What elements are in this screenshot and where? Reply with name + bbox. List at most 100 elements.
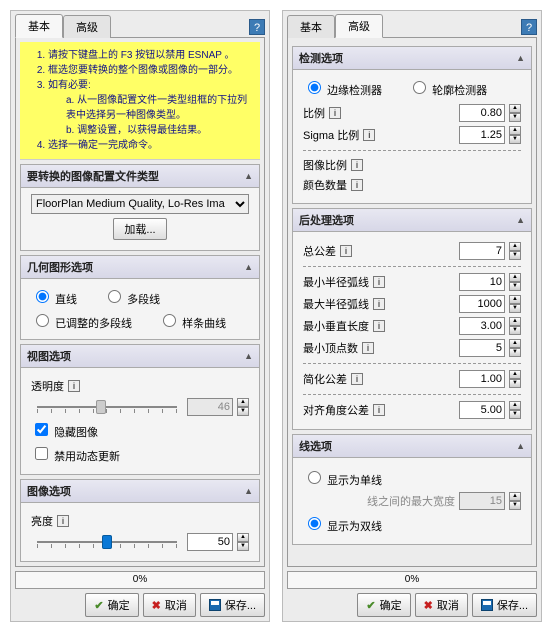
radio-polyline[interactable]: 多段线 — [103, 287, 160, 307]
load-button[interactable]: 加载... — [113, 218, 166, 240]
disk-icon — [209, 599, 221, 611]
simplify-tol-input[interactable] — [459, 370, 505, 388]
transparency-slider[interactable] — [37, 398, 177, 416]
max-arc-input[interactable] — [459, 295, 505, 313]
chk-disable-dynamic[interactable]: 禁用动态更新 — [31, 444, 120, 464]
group-title: 后处理选项 — [299, 212, 354, 228]
progress-bar: 0% — [15, 571, 265, 589]
info-icon[interactable]: i — [329, 107, 341, 119]
tab-basic[interactable]: 基本 — [15, 14, 63, 38]
align-tol-input[interactable] — [459, 401, 505, 419]
info-icon[interactable]: i — [68, 380, 80, 392]
notice-subline: a. 从一图像配置文件一类型组框的下拉列表中选择另一种图像类型。 — [66, 93, 250, 123]
ok-button[interactable]: ✔确定 — [357, 593, 410, 617]
max-width-input — [459, 492, 505, 510]
check-icon: ✔ — [94, 599, 103, 612]
radio-double-line[interactable]: 显示为双线 — [303, 514, 382, 534]
min-vert-len-input[interactable] — [459, 317, 505, 335]
spinner[interactable]: ▲▼ — [509, 370, 521, 388]
group-profile-body: FloorPlan Medium Quality, Lo-Res Ima 加载.… — [20, 188, 260, 251]
radio-edge[interactable]: 边缘检测器 — [303, 78, 382, 98]
chevron-up-icon: ▲ — [244, 171, 253, 181]
info-icon[interactable]: i — [373, 320, 385, 332]
group-line-body: 显示为单线 线之间的最大宽度 ▲▼ 显示为双线 — [292, 458, 532, 545]
group-view-header[interactable]: 视图选项 ▲ — [20, 344, 260, 368]
spinner[interactable]: ▲▼ — [237, 398, 249, 416]
radio-tuned-polyline[interactable]: 已调整的多段线 — [31, 311, 132, 331]
notice-line: 如有必要: a. 从一图像配置文件一类型组框的下拉列表中选择另一种图像类型。 b… — [48, 78, 250, 138]
brightness-label: 亮度 — [31, 513, 53, 529]
spinner[interactable]: ▲▼ — [509, 126, 521, 144]
brightness-value[interactable] — [187, 533, 233, 551]
notice-line: 选择一确定一完成命令。 — [48, 138, 250, 153]
img-ratio-label: 图像比例 — [303, 157, 347, 173]
close-icon: ✖ — [424, 599, 433, 612]
info-icon[interactable]: i — [351, 159, 363, 171]
chevron-up-icon: ▲ — [516, 53, 525, 63]
color-count-label: 颜色数量 — [303, 177, 347, 193]
spinner[interactable]: ▲▼ — [509, 317, 521, 335]
notice-subline: b. 调整设置，以获得最佳结果。 — [66, 123, 250, 138]
check-icon: ✔ — [366, 599, 375, 612]
group-profile-header[interactable]: 要转换的图像配置文件类型 ▲ — [20, 164, 260, 188]
info-icon[interactable]: i — [373, 276, 385, 288]
spinner[interactable]: ▲▼ — [509, 339, 521, 357]
info-icon[interactable]: i — [362, 342, 374, 354]
sigma-label: Sigma 比例 — [303, 127, 359, 143]
cancel-button[interactable]: ✖取消 — [415, 593, 468, 617]
group-geom-body: 直线 多段线 已调整的多段线 样条曲线 — [20, 279, 260, 340]
spinner[interactable]: ▲▼ — [509, 104, 521, 122]
group-title: 几何图形选项 — [27, 259, 93, 275]
help-icon[interactable]: ? — [521, 19, 537, 35]
info-icon[interactable]: i — [373, 298, 385, 310]
min-arc-input[interactable] — [459, 273, 505, 291]
tab-basic[interactable]: 基本 — [287, 15, 335, 38]
progress-bar: 0% — [287, 571, 537, 589]
save-button[interactable]: 保存... — [200, 593, 265, 617]
info-icon[interactable]: i — [363, 129, 375, 141]
tabs-right: 基本 高级 ? — [287, 15, 537, 37]
chk-hide-image[interactable]: 隐藏图像 — [31, 420, 98, 440]
ratio-label: 比例 — [303, 105, 325, 121]
min-vertices-input[interactable] — [459, 339, 505, 357]
profile-select[interactable]: FloorPlan Medium Quality, Lo-Res Ima — [31, 194, 249, 214]
group-post-header[interactable]: 后处理选项 ▲ — [292, 208, 532, 232]
info-icon[interactable]: i — [351, 373, 363, 385]
simplify-tol-label: 简化公差 — [303, 371, 347, 387]
radio-spline[interactable]: 样条曲线 — [158, 311, 226, 331]
radio-single-line[interactable]: 显示为单线 — [303, 468, 382, 488]
tab-advanced[interactable]: 高级 — [335, 14, 383, 38]
tab-advanced[interactable]: 高级 — [63, 15, 111, 38]
group-geom-header[interactable]: 几何图形选项 ▲ — [20, 255, 260, 279]
brightness-slider[interactable] — [37, 533, 177, 551]
group-title: 要转换的图像配置文件类型 — [27, 168, 159, 184]
info-icon[interactable]: i — [373, 404, 385, 416]
info-icon[interactable]: i — [351, 179, 363, 191]
chevron-up-icon: ▲ — [244, 486, 253, 496]
spinner[interactable]: ▲▼ — [509, 273, 521, 291]
min-arc-label: 最小半径弧线 — [303, 274, 369, 290]
right-body: 检测选项 ▲ 边缘检测器 轮廓检测器 比例 i ▲▼ Sigma 比例 i ▲▼ — [287, 37, 537, 567]
help-icon[interactable]: ? — [249, 19, 265, 35]
ok-button[interactable]: ✔确定 — [85, 593, 138, 617]
info-icon[interactable]: i — [57, 515, 69, 527]
spinner[interactable]: ▲▼ — [237, 533, 249, 551]
ratio-input[interactable] — [459, 104, 505, 122]
sigma-input[interactable] — [459, 126, 505, 144]
total-tol-input[interactable] — [459, 242, 505, 260]
radio-contour[interactable]: 轮廓检测器 — [408, 78, 487, 98]
group-title: 图像选项 — [27, 483, 71, 499]
group-image-header[interactable]: 图像选项 ▲ — [20, 479, 260, 503]
save-button[interactable]: 保存... — [472, 593, 537, 617]
cancel-button[interactable]: ✖取消 — [143, 593, 196, 617]
group-line-header[interactable]: 线选项 ▲ — [292, 434, 532, 458]
info-icon[interactable]: i — [340, 245, 352, 257]
radio-line[interactable]: 直线 — [31, 287, 77, 307]
spinner[interactable]: ▲▼ — [509, 401, 521, 419]
spinner[interactable]: ▲▼ — [509, 242, 521, 260]
chevron-up-icon: ▲ — [244, 262, 253, 272]
spinner[interactable]: ▲▼ — [509, 295, 521, 313]
notice-line: 请按下键盘上的 F3 按钮以禁用 ESNAP 。 — [48, 48, 250, 63]
footer-left: ✔确定 ✖取消 保存... — [15, 589, 265, 617]
group-detect-header[interactable]: 检测选项 ▲ — [292, 46, 532, 70]
